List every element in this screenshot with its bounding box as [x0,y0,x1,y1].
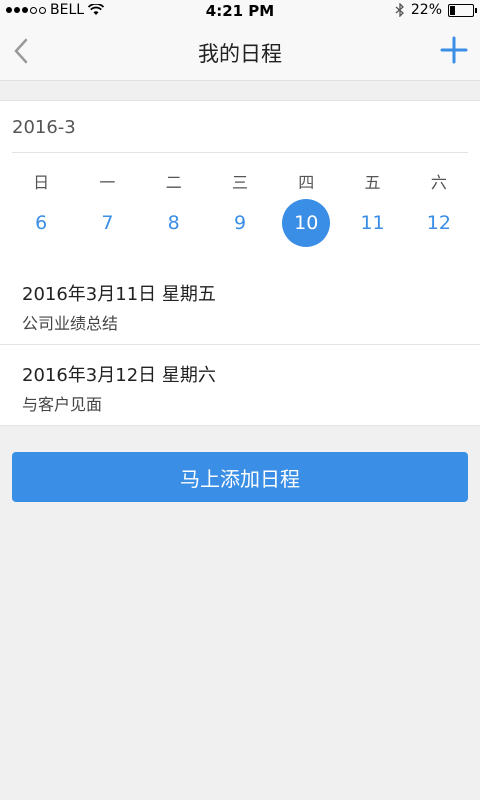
date-cell[interactable]: 11 [339,199,405,247]
month-label: 2016-3 [12,117,76,138]
bluetooth-icon [395,3,404,17]
date-number: 10 [282,199,331,247]
weekday-header-row: 日 一 二 三 四 五 六 [8,169,472,193]
event-title: 公司业绩总结 [22,314,119,333]
event-date: 2016年3月11日 星期五 [22,284,216,305]
date-number: 11 [360,212,385,234]
date-row: 6 7 8 9 10 11 12 [8,199,472,247]
event-list-item[interactable]: 2016年3月12日 星期六 与客户见面 [0,345,480,426]
week-calendar: 2016-3 日 一 二 三 四 五 六 6 7 8 9 10 11 12 [0,100,480,265]
weekday-label: 日 [33,173,50,192]
weekday-label: 四 [298,173,315,192]
date-cell[interactable]: 10 [273,199,339,247]
event-list: 2016年3月11日 星期五 公司业绩总结 2016年3月12日 星期六 与客户… [0,264,480,426]
weekday-label: 三 [231,173,248,192]
date-number: 7 [101,212,114,234]
page-title: 我的日程 [198,42,282,66]
date-cell[interactable]: 9 [207,199,273,247]
weekday-label: 五 [364,173,381,192]
weekday-label: 一 [99,173,116,192]
date-cell[interactable]: 8 [141,199,207,247]
calendar-divider [12,152,468,153]
date-number: 12 [426,212,451,234]
event-title: 与客户见面 [22,395,103,414]
weekday-label: 六 [430,173,447,192]
status-right: 22% [395,2,477,18]
navigation-bar: 我的日程 [0,22,480,81]
date-number: 9 [233,212,247,234]
date-cell[interactable]: 7 [74,199,140,247]
battery-icon [448,3,477,17]
plus-icon[interactable] [440,36,468,64]
date-cell[interactable]: 12 [406,199,472,247]
date-cell[interactable]: 6 [8,199,74,247]
event-list-item[interactable]: 2016年3月11日 星期五 公司业绩总结 [0,264,480,345]
add-schedule-button[interactable]: 马上添加日程 [12,452,468,502]
date-number: 6 [35,212,48,234]
date-number: 8 [167,212,180,234]
status-bar: BELL 4:21 PM 22% [0,0,480,22]
weekday-label: 二 [165,173,182,192]
battery-percent: 22% [410,2,442,18]
event-date: 2016年3月12日 星期六 [22,365,216,386]
